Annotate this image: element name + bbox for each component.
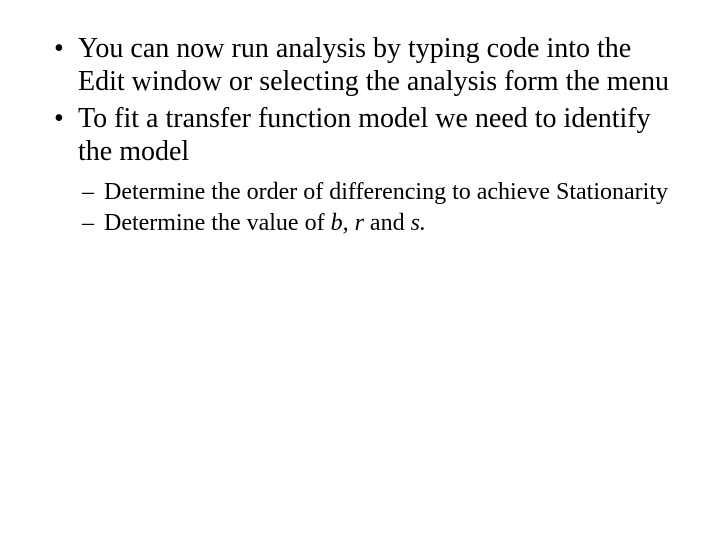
slide-body: You can now run analysis by typing code … xyxy=(0,0,720,238)
list-item: Determine the value of b, r and s. xyxy=(104,209,670,238)
bullet-text-part: and xyxy=(364,210,411,236)
variable: b, r xyxy=(331,210,364,236)
bullet-text: Determine the order of differencing to a… xyxy=(104,179,668,205)
list-item: Determine the order of differencing to a… xyxy=(104,178,670,207)
bullet-list-level2: Determine the order of differencing to a… xyxy=(78,178,670,238)
bullet-text: You can now run analysis by typing code … xyxy=(78,33,669,97)
variable: s. xyxy=(411,210,426,236)
bullet-text: To fit a transfer function model we need… xyxy=(78,103,651,167)
list-item: To fit a transfer function model we need… xyxy=(78,102,670,238)
bullet-list-level1: You can now run analysis by typing code … xyxy=(50,32,670,238)
list-item: You can now run analysis by typing code … xyxy=(78,32,670,98)
bullet-text-part: Determine the value of xyxy=(104,210,331,236)
